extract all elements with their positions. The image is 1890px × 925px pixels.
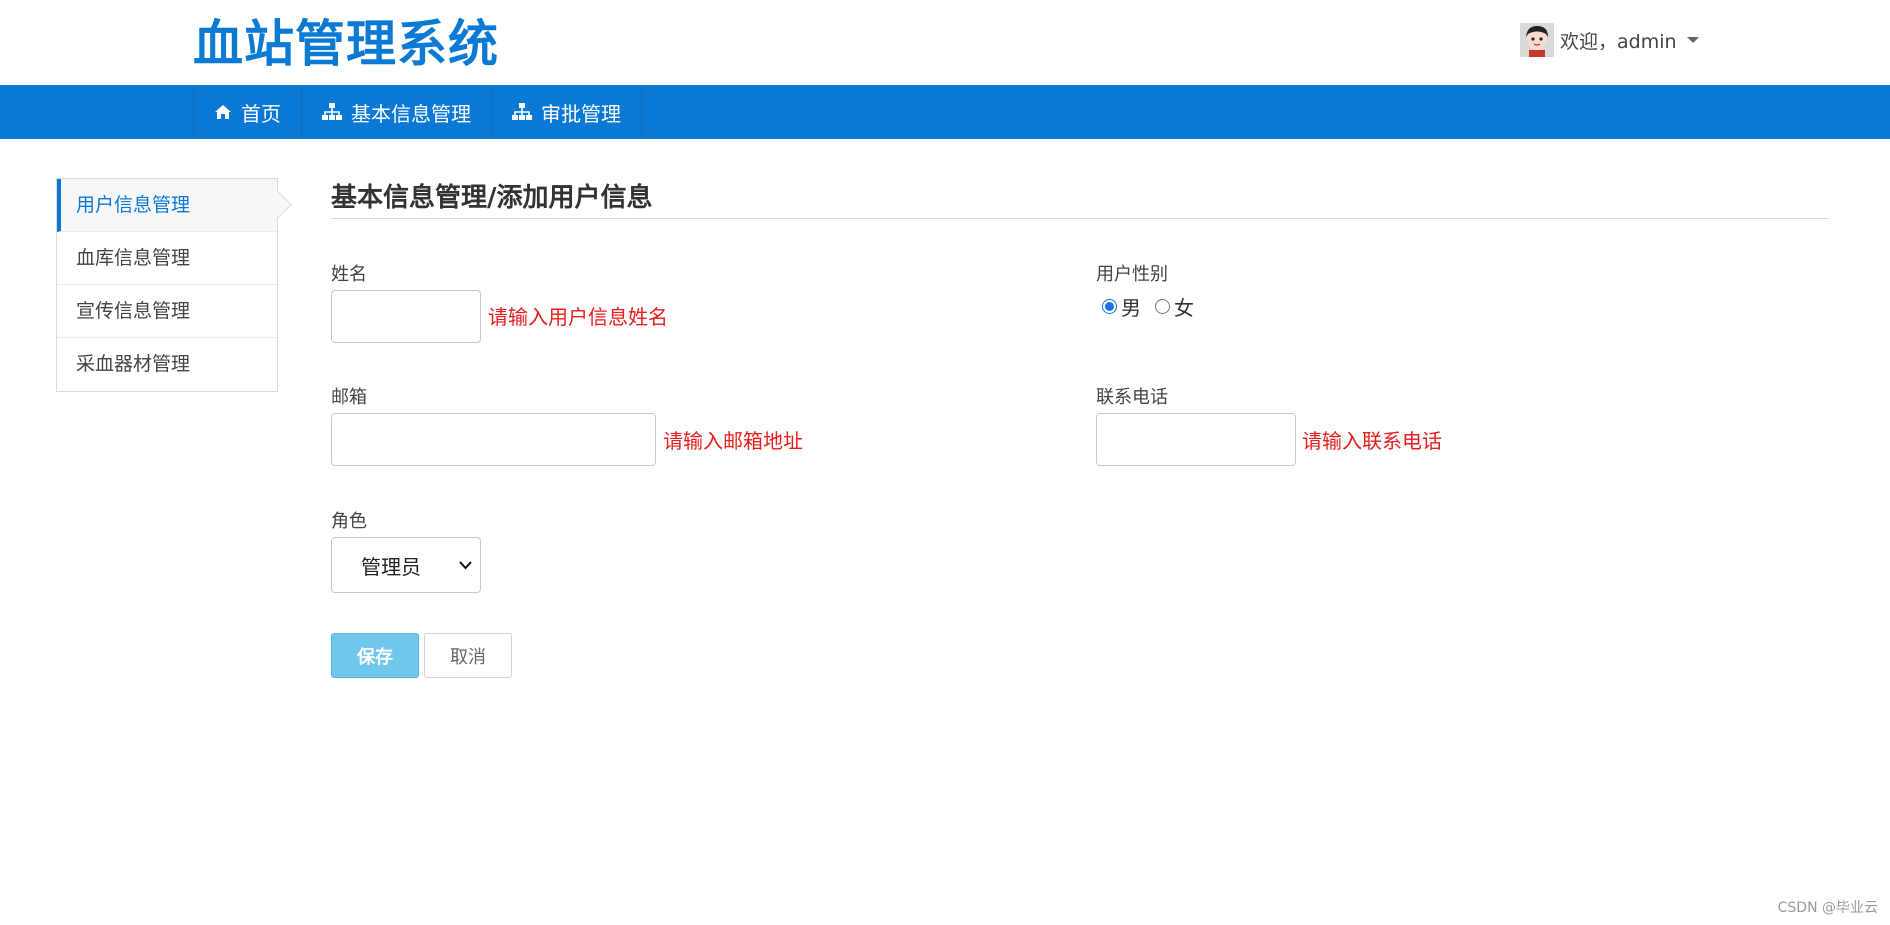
gender-option-female: 女 — [1174, 296, 1194, 320]
gender-label: 用户性别 — [1096, 264, 1168, 285]
nav-item-label: 审批管理 — [541, 101, 621, 126]
chevron-down-icon[interactable] — [1686, 37, 1699, 43]
divider — [331, 218, 1829, 219]
phone-hint: 请输入联系电话 — [1302, 429, 1442, 453]
name-input[interactable] — [331, 290, 481, 343]
sidebar: 用户信息管理 血库信息管理 宣传信息管理 采血器材管理 — [56, 178, 278, 392]
user-menu[interactable]: 欢迎，admin — [1520, 22, 1699, 58]
phone-field[interactable] — [1096, 413, 1296, 466]
nav-item-basic-info[interactable]: 基本信息管理 — [302, 85, 492, 139]
header: 血站管理系统 欢迎，admin — [0, 0, 1890, 85]
sitemap-icon — [512, 103, 532, 120]
welcome-text: 欢迎，admin — [1560, 30, 1677, 53]
save-button[interactable]: 保存 — [331, 633, 419, 678]
sidebar-item-publicity[interactable]: 宣传信息管理 — [57, 285, 277, 338]
avatar — [1520, 23, 1554, 57]
cancel-button[interactable]: 取消 — [424, 633, 512, 678]
sidebar-item-equipment[interactable]: 采血器材管理 — [57, 338, 277, 391]
gender-option-male: 男 — [1121, 296, 1141, 320]
email-field[interactable] — [331, 413, 656, 466]
email-label: 邮箱 — [331, 387, 367, 408]
nav-item-approval[interactable]: 审批管理 — [492, 85, 642, 139]
name-hint: 请输入用户信息姓名 — [488, 305, 668, 329]
email-hint: 请输入邮箱地址 — [663, 429, 803, 453]
app-logo[interactable]: 血站管理系统 — [193, 12, 499, 76]
nav-item-home[interactable]: 首页 — [194, 85, 302, 139]
gender-radio-group: 男 女 — [1102, 292, 1194, 321]
chevron-down-icon — [459, 561, 472, 570]
top-nav: 首页 基本信息管理 审批管理 — [0, 85, 1890, 139]
role-select[interactable]: 管理员 — [331, 537, 481, 593]
gender-radio-male[interactable] — [1102, 299, 1117, 314]
name-label: 姓名 — [331, 264, 367, 285]
gender-radio-female[interactable] — [1155, 299, 1170, 314]
page-title: 基本信息管理/添加用户信息 — [331, 183, 653, 213]
nav-item-label: 基本信息管理 — [351, 101, 471, 126]
home-icon — [215, 105, 231, 119]
phone-label: 联系电话 — [1096, 387, 1168, 408]
sidebar-item-blood-bank[interactable]: 血库信息管理 — [57, 232, 277, 285]
nav-item-label: 首页 — [241, 101, 281, 126]
sitemap-icon — [322, 103, 342, 120]
main-content: 基本信息管理/添加用户信息 姓名 请输入用户信息姓名 用户性别 男 女 邮箱 请… — [331, 178, 1829, 678]
page: 血站管理系统 欢迎，admin 首页 基本信息管理 审批管理 用户信息管理 血库… — [0, 0, 1890, 925]
watermark: CSDN @毕业云 — [1777, 900, 1878, 916]
sidebar-item-user-info[interactable]: 用户信息管理 — [57, 179, 277, 232]
role-selected-value: 管理员 — [361, 554, 421, 579]
role-label: 角色 — [331, 511, 367, 532]
